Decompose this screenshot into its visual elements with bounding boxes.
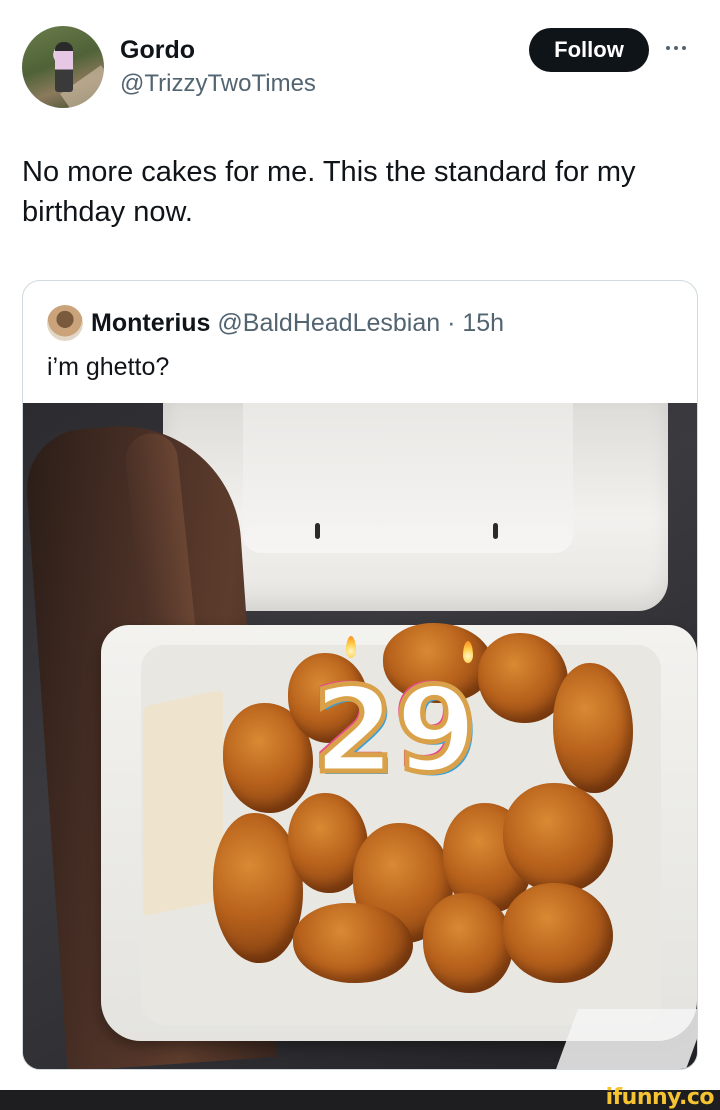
follow-button[interactable]: Follow (529, 28, 649, 72)
quoted-author-avatar[interactable] (47, 305, 83, 341)
avatar-person (55, 42, 73, 92)
more-options-icon[interactable] (666, 38, 696, 58)
chicken-wing (293, 903, 413, 983)
dot (674, 46, 678, 50)
quoted-author-name[interactable]: Monterius (91, 309, 210, 337)
author-avatar[interactable] (22, 26, 104, 108)
lid-inner (243, 403, 573, 553)
candle-flame (463, 641, 473, 663)
lid-slot (315, 523, 320, 539)
quoted-tweet[interactable]: Monterius @BaldHeadLesbian · 15h i’m ghe… (22, 280, 698, 1070)
ifunny-watermark: ifunny.co (605, 1085, 715, 1110)
tweet-header: Gordo @TrizzyTwoTimes Follow (0, 0, 720, 120)
author-name[interactable]: Gordo (120, 36, 195, 65)
author-handle[interactable]: @TrizzyTwoTimes (120, 70, 316, 98)
quoted-header: Monterius @BaldHeadLesbian · 15h (91, 309, 504, 338)
wax-paper (143, 689, 223, 917)
quoted-author-meta: @BaldHeadLesbian · 15h (217, 309, 505, 337)
birthday-candles: 29 (310, 661, 479, 799)
tweet-text: No more cakes for me. This the standard … (22, 156, 636, 228)
candle-flame (346, 636, 356, 658)
dot (682, 46, 686, 50)
dot (666, 46, 670, 50)
quoted-photo[interactable]: 29 (23, 403, 697, 1069)
napkin (556, 1009, 697, 1069)
lid-slot (493, 523, 498, 539)
quoted-text: i’m ghetto? (47, 353, 170, 381)
